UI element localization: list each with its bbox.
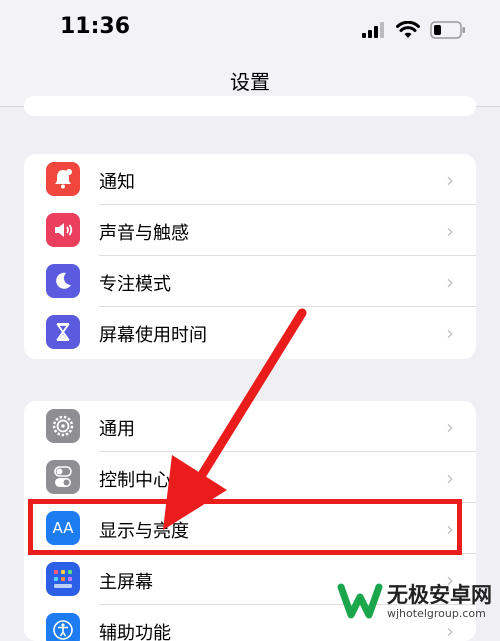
watermark-title: 无极安卓网 bbox=[387, 582, 492, 607]
watermark-url: wjhotelgroup.com bbox=[387, 606, 486, 620]
watermark: 无极安卓网 wjhotelgroup.com bbox=[337, 581, 492, 621]
watermark-logo-icon bbox=[337, 583, 383, 619]
annotation-arrow-icon bbox=[163, 308, 307, 530]
